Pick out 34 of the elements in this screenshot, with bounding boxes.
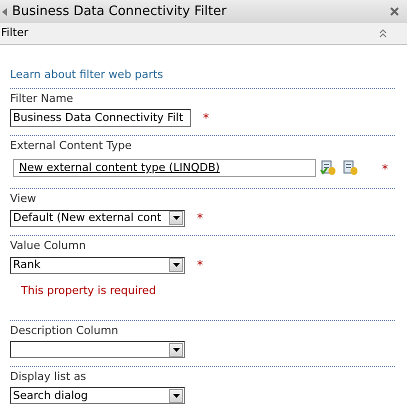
- content-type-field[interactable]: New external content type (LINQDB): [13, 159, 316, 177]
- field-label: View: [10, 192, 38, 206]
- section-header[interactable]: Filter: [0, 23, 407, 45]
- field-label: Description Column: [10, 324, 120, 338]
- dropdown-arrow-button[interactable]: [169, 211, 183, 225]
- window-title: Business Data Connectivity Filter: [12, 2, 226, 21]
- field-label: Value Column: [10, 239, 87, 253]
- dropdown-field[interactable]: Search dialog: [10, 387, 185, 404]
- required-asterisk: *: [197, 210, 203, 227]
- dropdown-field[interactable]: Default (New external cont: [10, 210, 185, 226]
- caret-icon: [172, 394, 180, 398]
- help-link[interactable]: Learn about filter web parts: [10, 68, 164, 81]
- left-arrow-icon[interactable]: [2, 8, 8, 16]
- required-asterisk: *: [382, 162, 388, 176]
- field-label: Filter Name: [10, 92, 74, 106]
- caret-icon: [172, 263, 180, 267]
- database-icon[interactable]: [342, 160, 358, 176]
- caret-icon: [172, 216, 180, 220]
- caret-icon: [172, 348, 180, 352]
- filter-name-field[interactable]: Business Data Connectivity Filt: [10, 109, 191, 127]
- dropdown-arrow-button[interactable]: [169, 258, 183, 272]
- close-icon[interactable]: [390, 7, 399, 16]
- check-database-icon[interactable]: [320, 160, 336, 176]
- dropdown-field[interactable]: Rank: [10, 256, 185, 274]
- error-message: This property is required: [21, 284, 157, 298]
- field-label: External Content Type: [10, 139, 133, 153]
- required-asterisk: *: [203, 110, 209, 127]
- field-label: Display list as: [10, 370, 88, 384]
- dropdown-field[interactable]: [10, 341, 185, 358]
- section-title: Filter: [1, 25, 28, 42]
- required-asterisk: *: [197, 257, 203, 274]
- dropdown-arrow-button[interactable]: [169, 388, 183, 402]
- dropdown-arrow-button[interactable]: [169, 342, 183, 356]
- chevron-icon[interactable]: [379, 29, 387, 38]
